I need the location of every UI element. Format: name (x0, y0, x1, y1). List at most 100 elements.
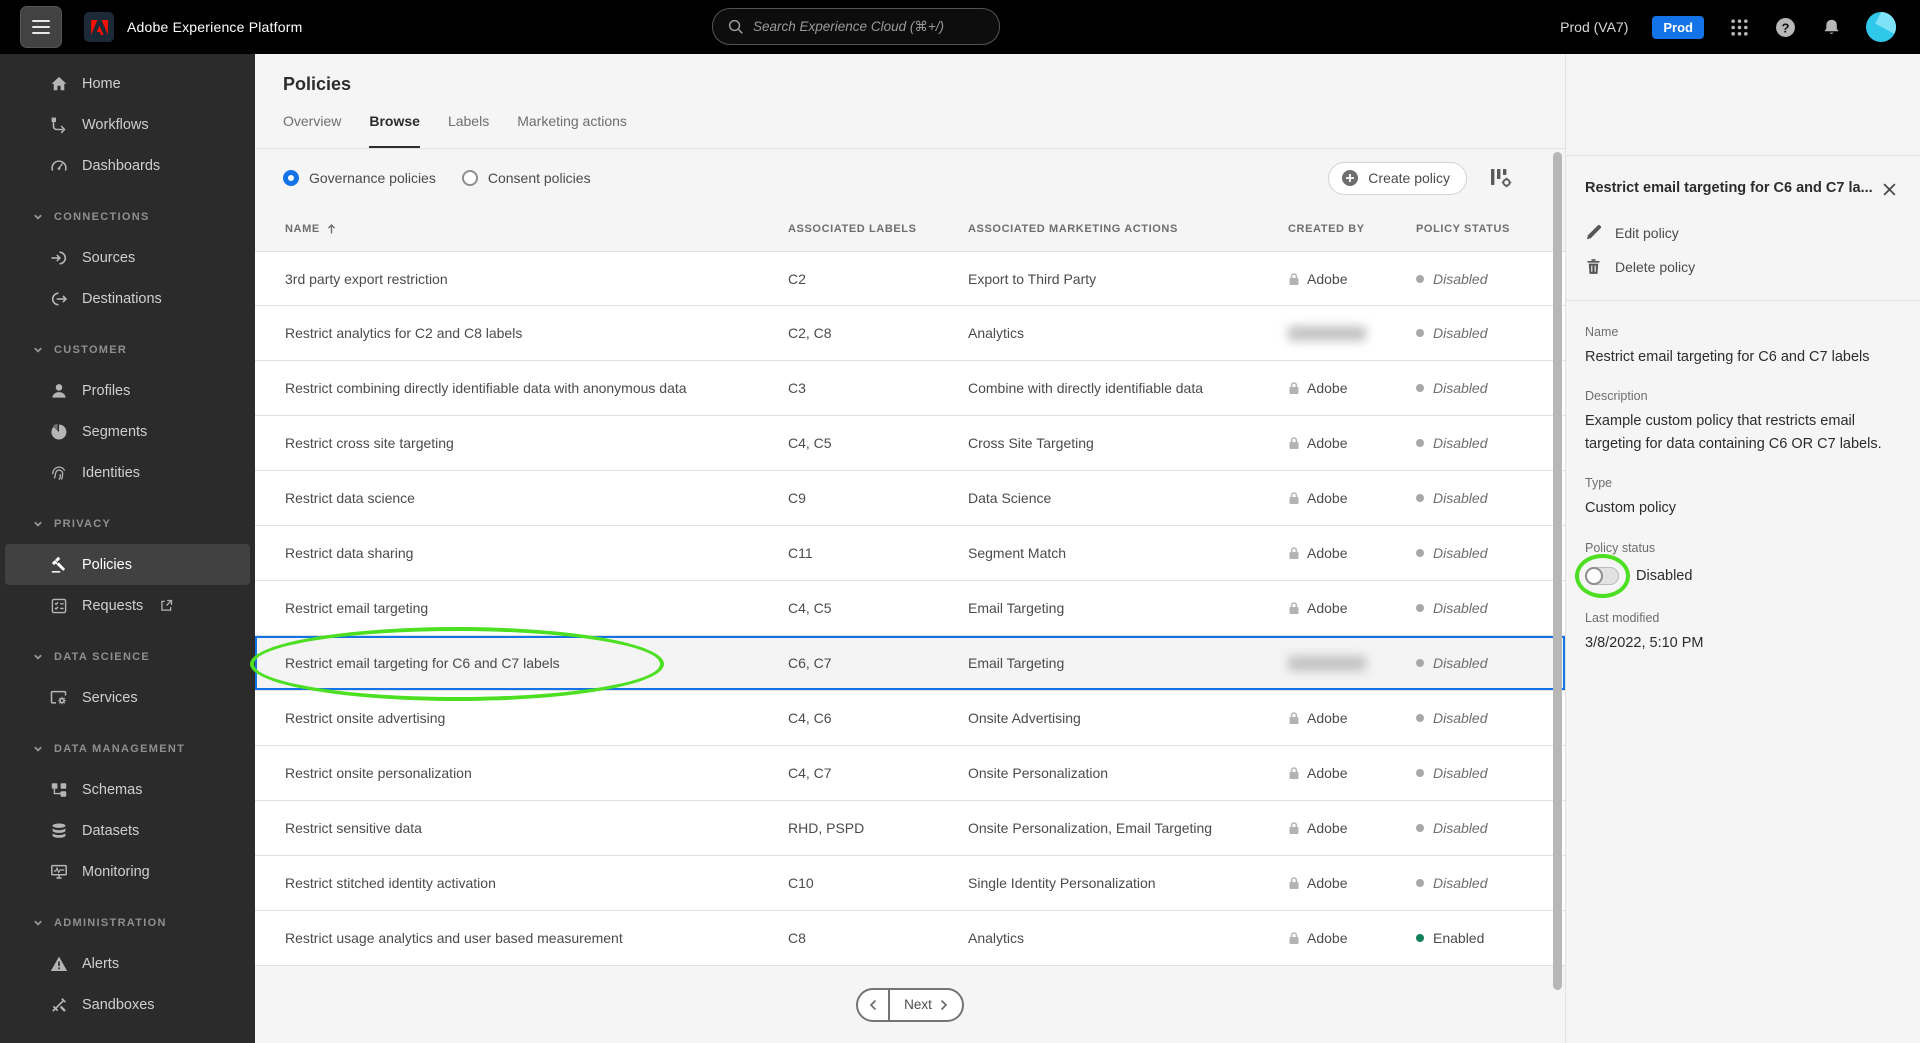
table-row-restrict-combining-directly-identifiable[interactable]: Restrict combining directly identifiable… (255, 361, 1565, 416)
sidebar-item-datasets[interactable]: Datasets (5, 810, 250, 851)
status-dot (1416, 274, 1424, 283)
notifications-bell-icon[interactable] (1820, 16, 1842, 38)
sidebar-item-sources[interactable]: Sources (5, 237, 250, 278)
monitoring-icon (50, 863, 68, 881)
lock-icon (1288, 436, 1300, 450)
sources-icon (50, 249, 68, 267)
edit-policy-button[interactable]: Edit policy (1585, 224, 1901, 241)
identities-icon (50, 464, 68, 482)
sidebar-item-workflows[interactable]: Workflows (5, 104, 250, 145)
sidebar-item-destinations[interactable]: Destinations (5, 278, 250, 319)
sidebar-section-administration[interactable]: ADMINISTRATION (0, 902, 255, 943)
sidebar-item-schemas[interactable]: Schemas (5, 769, 250, 810)
lock-icon (1288, 272, 1300, 286)
user-avatar[interactable] (1866, 12, 1896, 42)
dashboards-icon (50, 157, 68, 175)
lock-icon (1288, 601, 1300, 615)
table-row-restrict-analytics-for-c2-and-c8-labels[interactable]: Restrict analytics for C2 and C8 labels … (255, 306, 1565, 361)
lock-icon (1288, 546, 1300, 560)
sidebar-item-dashboards[interactable]: Dashboards (5, 145, 250, 186)
sidebar-item-identities[interactable]: Identities (5, 452, 250, 493)
external-link-icon (159, 598, 174, 613)
search-input[interactable] (753, 19, 985, 34)
status-dot (1416, 879, 1424, 887)
apps-grid-icon[interactable] (1728, 16, 1750, 38)
status-dot (1416, 934, 1424, 942)
sidebar-section-data-science[interactable]: DATA SCIENCE (0, 636, 255, 677)
tab-labels[interactable]: Labels (448, 107, 489, 148)
sidebar-item-alerts[interactable]: Alerts (5, 943, 250, 984)
close-icon[interactable] (1880, 180, 1898, 198)
column-header-marketing-actions[interactable]: ASSOCIATED MARKETING ACTIONS (968, 223, 1288, 235)
table-row-restrict-cross-site-targeting[interactable]: Restrict cross site targeting C4, C5 Cro… (255, 416, 1565, 471)
tab-marketing-actions[interactable]: Marketing actions (517, 107, 627, 148)
datasets-icon (50, 822, 68, 840)
global-search[interactable] (712, 8, 1000, 45)
environment-label: Prod (VA7) (1560, 19, 1629, 35)
lock-icon (1288, 491, 1300, 505)
sidebar-item-profiles[interactable]: Profiles (5, 370, 250, 411)
column-header-name[interactable]: NAME (255, 223, 788, 235)
table-row-3rd-party-export-restriction[interactable]: 3rd party export restriction C2 Export t… (255, 251, 1565, 306)
table-row-restrict-onsite-advertising[interactable]: Restrict onsite advertising C4, C6 Onsit… (255, 691, 1565, 746)
delete-policy-button[interactable]: Delete policy (1585, 258, 1901, 275)
table-body: 3rd party export restriction C2 Export t… (255, 251, 1565, 966)
schemas-icon (50, 781, 68, 799)
sidebar-section-customer[interactable]: CUSTOMER (0, 329, 255, 370)
profiles-icon (50, 382, 68, 400)
table-row-restrict-sensitive-data[interactable]: Restrict sensitive data RHD, PSPD Onsite… (255, 801, 1565, 856)
app-window: Adobe Experience Platform Prod (VA7) Pro… (0, 0, 1920, 1043)
create-policy-button[interactable]: Create policy (1328, 161, 1467, 195)
column-header-labels[interactable]: ASSOCIATED LABELS (788, 223, 968, 235)
lock-icon (1288, 711, 1300, 725)
column-settings-icon[interactable] (1489, 167, 1513, 189)
table-row-restrict-email-targeting-for-c6-and-c7-l[interactable]: Restrict email targeting for C6 and C7 l… (255, 636, 1565, 691)
help-icon[interactable]: ? (1774, 16, 1796, 38)
chevron-down-icon (33, 519, 43, 529)
redacted-user-name (1288, 325, 1366, 341)
column-header-created-by[interactable]: CREATED BY (1288, 223, 1416, 235)
sidebar-item-segments[interactable]: Segments (5, 411, 250, 452)
sidebar-section-privacy[interactable]: PRIVACY (0, 503, 255, 544)
radio-governance-policies[interactable]: Governance policies (283, 170, 436, 186)
hamburger-menu-button[interactable] (20, 6, 62, 48)
policy-detail-panel: Restrict email targeting for C6 and C7 l… (1565, 54, 1920, 1043)
plus-circle-icon (1341, 169, 1359, 187)
table-row-restrict-stitched-identity-activation[interactable]: Restrict stitched identity activation C1… (255, 856, 1565, 911)
status-dot (1416, 384, 1424, 392)
sidebar-item-home[interactable]: Home (5, 63, 250, 104)
sidebar-section-connections[interactable]: CONNECTIONS (0, 196, 255, 237)
radio-consent-policies[interactable]: Consent policies (461, 170, 591, 186)
policy-status-toggle[interactable] (1585, 566, 1619, 585)
tab-bar: Overview Browse Labels Marketing actions (255, 107, 1565, 149)
chevron-down-icon (33, 652, 43, 662)
status-dot (1416, 659, 1424, 667)
lock-icon (1288, 821, 1300, 835)
previous-page-button[interactable] (858, 989, 891, 1020)
table-row-restrict-data-sharing[interactable]: Restrict data sharing C11 Segment Match … (255, 526, 1565, 581)
environment-badge[interactable]: Prod (1652, 15, 1704, 39)
search-icon (727, 18, 744, 35)
sidebar-item-monitoring[interactable]: Monitoring (5, 851, 250, 892)
sidebar-item-sandboxes[interactable]: Sandboxes (5, 984, 250, 1025)
lock-icon (1288, 931, 1300, 945)
tab-browse[interactable]: Browse (369, 107, 420, 148)
sidebar-section-data-management[interactable]: DATA MANAGEMENT (0, 728, 255, 769)
page-title: Policies (283, 74, 352, 94)
vertical-scrollbar[interactable] (1553, 152, 1562, 990)
table-row-restrict-usage-analytics-and-user-based-[interactable]: Restrict usage analytics and user based … (255, 911, 1565, 966)
policies-table: NAME ASSOCIATED LABELS ASSOCIATED MARKET… (250, 207, 1565, 966)
policies-icon (50, 556, 68, 574)
table-row-restrict-data-science[interactable]: Restrict data science C9 Data Science Ad… (255, 471, 1565, 526)
table-row-restrict-onsite-personalization[interactable]: Restrict onsite personalization C4, C7 O… (255, 746, 1565, 801)
sidebar-item-services[interactable]: Services (5, 677, 250, 718)
tab-overview[interactable]: Overview (283, 107, 341, 148)
sidebar-item-policies[interactable]: Policies (5, 544, 250, 585)
column-header-policy-status[interactable]: POLICY STATUS (1416, 223, 1565, 235)
sidebar-item-requests[interactable]: Requests (5, 585, 250, 626)
chevron-down-icon (33, 918, 43, 928)
table-row-restrict-email-targeting[interactable]: Restrict email targeting C4, C5 Email Ta… (255, 581, 1565, 636)
panel-title: Restrict email targeting for C6 and C7 l… (1585, 180, 1872, 196)
next-page-button[interactable]: Next (890, 990, 962, 1020)
lock-icon (1288, 766, 1300, 780)
